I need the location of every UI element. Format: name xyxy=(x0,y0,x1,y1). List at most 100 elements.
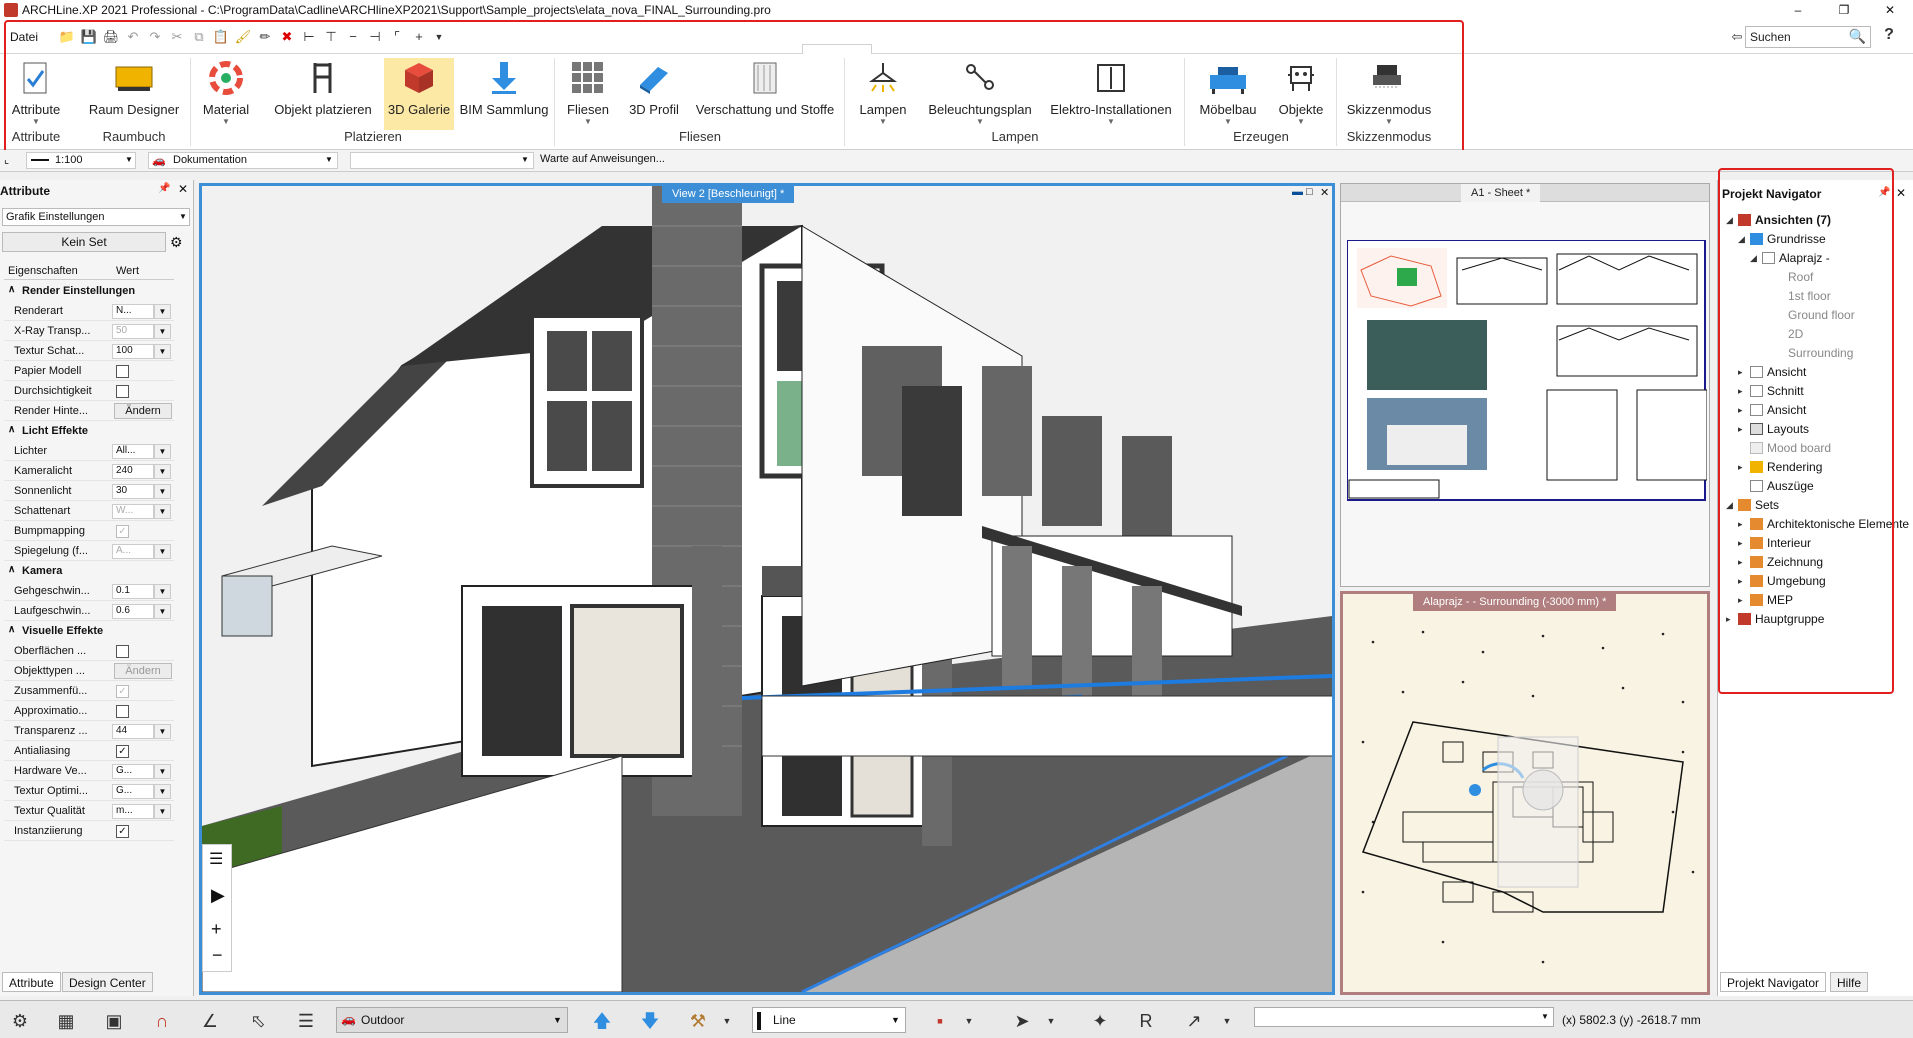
tree-alaprajz[interactable]: Alaprajz - xyxy=(1762,251,1830,265)
hammer-dropdown-icon[interactable]: ▼ xyxy=(720,1007,734,1035)
navigator-close-icon[interactable]: ✕ xyxy=(1896,186,1906,200)
measure-line-icon[interactable]: ↗ xyxy=(1180,1007,1208,1035)
restore-button[interactable]: ❐ xyxy=(1821,0,1867,20)
tree-auszuege[interactable]: Auszüge xyxy=(1750,479,1814,493)
tree-zeichnung[interactable]: Zeichnung xyxy=(1750,555,1823,569)
beleuchtungsplan-button[interactable]: Beleuchtungsplan ▼ xyxy=(920,58,1040,126)
style-select[interactable]: 🚗 Outdoor ▼ xyxy=(336,1007,568,1033)
delete-icon[interactable]: ✖ xyxy=(278,28,296,46)
view-close-icon[interactable]: ✕ xyxy=(1320,186,1329,199)
prop-papier-modell[interactable]: Papier Modell xyxy=(4,362,174,381)
expand-arrow-icon[interactable]: ◢ xyxy=(1750,253,1757,264)
coordinate-input[interactable]: ▼ xyxy=(1254,1007,1554,1027)
quick-access-more-icon[interactable]: + xyxy=(410,28,428,46)
sheet-title-tab[interactable]: A1 - Sheet * xyxy=(1461,184,1541,202)
3d-profil-button[interactable]: 3D Profil xyxy=(622,58,686,117)
tree-2d[interactable]: 2D xyxy=(1788,327,1803,341)
help-button[interactable]: ? xyxy=(1880,26,1898,44)
print-icon[interactable]: 🖨 xyxy=(102,28,120,46)
tree-interieur[interactable]: Interieur xyxy=(1750,536,1811,550)
prop-value[interactable]: W... xyxy=(112,504,154,519)
tree-architektonische-elemente[interactable]: Architektonische Elemente xyxy=(1750,517,1909,531)
snap-point-icon[interactable]: ✦ xyxy=(1086,1007,1114,1035)
prop-zusammenfuegen[interactable]: Zusammenfü... ✓ xyxy=(4,682,174,701)
prop-value[interactable]: 50 xyxy=(112,324,154,339)
reference-r-icon[interactable]: R xyxy=(1132,1007,1160,1035)
tree-mood-board[interactable]: Mood board xyxy=(1750,441,1831,455)
tree-layouts[interactable]: Layouts xyxy=(1750,422,1809,436)
view-maximize-icon[interactable]: □ xyxy=(1306,186,1313,198)
tree-mep[interactable]: MEP xyxy=(1750,593,1793,607)
checkbox[interactable]: ✓ xyxy=(116,525,129,538)
checkbox[interactable]: ✓ xyxy=(116,745,129,758)
fillet-icon[interactable]: ⊣ xyxy=(366,28,384,46)
checkbox[interactable] xyxy=(116,365,129,378)
checkbox[interactable] xyxy=(116,385,129,398)
checkbox[interactable] xyxy=(116,645,129,658)
pin-icon[interactable]: 📌 xyxy=(158,183,170,194)
dropdown-icon[interactable]: ▼ xyxy=(154,784,171,799)
aendern-button[interactable]: Ändern xyxy=(114,403,172,419)
dropdown-icon[interactable]: ▼ xyxy=(154,544,171,559)
dropdown-icon[interactable]: ▼ xyxy=(154,764,171,779)
brush-icon[interactable]: 🖌 xyxy=(234,28,252,46)
prop-value[interactable]: 100 xyxy=(112,344,154,359)
plan-view[interactable]: Alaprajz - - Surrounding (-3000 mm) * xyxy=(1340,591,1710,995)
tree-hauptgruppe[interactable]: Hauptgruppe xyxy=(1738,612,1824,626)
expand-arrow-icon[interactable]: ◢ xyxy=(1726,500,1733,511)
bim-sammlung-button[interactable]: BIM Sammlung xyxy=(458,58,550,117)
corner-icon[interactable]: ⌜ xyxy=(388,28,406,46)
prop-value[interactable]: 0.6 xyxy=(112,604,154,619)
play-icon[interactable]: ▶ xyxy=(211,885,225,906)
expand-arrow-icon[interactable]: ▸ xyxy=(1738,595,1743,606)
prop-oberflaechen[interactable]: Oberflächen ... xyxy=(4,642,174,661)
dropdown-icon[interactable]: ▼ xyxy=(154,304,171,319)
objekte-button[interactable]: Objekte ▼ xyxy=(1272,58,1330,126)
expand-arrow-icon[interactable]: ◢ xyxy=(1726,215,1733,226)
elektro-installationen-button[interactable]: Elektro-Installationen ▼ xyxy=(1046,58,1176,126)
prop-objekttypen[interactable]: Objekttypen ... Ändern xyxy=(4,662,174,681)
eraser-icon[interactable]: ▪ xyxy=(926,1007,954,1035)
save-icon[interactable]: 💾 xyxy=(80,28,98,46)
tree-ansicht-1[interactable]: Ansicht xyxy=(1750,365,1806,379)
prop-value[interactable]: 240 xyxy=(112,464,154,479)
scale-select[interactable]: 1:100 ▼ xyxy=(26,152,136,169)
prop-value[interactable]: All... xyxy=(112,444,154,459)
navigate-dropdown-icon[interactable]: ▼ xyxy=(1044,1007,1058,1035)
tree-sets[interactable]: Sets xyxy=(1738,498,1779,512)
search-icon[interactable]: 🔍 xyxy=(1849,28,1866,45)
prop-textur-qualitaet[interactable]: Textur Qualität m... ▼ xyxy=(4,802,174,821)
dropdown-icon[interactable]: ▼ xyxy=(154,484,171,499)
undo-icon[interactable]: ↶ xyxy=(124,28,142,46)
angle-icon[interactable]: ∠ xyxy=(196,1007,224,1035)
expand-arrow-icon[interactable]: ▸ xyxy=(1738,576,1743,587)
tab-design-center[interactable]: Design Center xyxy=(62,972,153,992)
dropdown-icon[interactable]: ▼ xyxy=(154,724,171,739)
expand-arrow-icon[interactable]: ▸ xyxy=(1738,424,1743,435)
plan-canvas[interactable] xyxy=(1343,612,1707,992)
expand-arrow-icon[interactable]: ▸ xyxy=(1738,367,1743,378)
prop-value[interactable]: G... xyxy=(112,784,154,799)
cut-icon[interactable]: ✂ xyxy=(168,28,186,46)
minimize-button[interactable]: – xyxy=(1775,0,1821,20)
zoom-out-icon[interactable]: − xyxy=(212,945,223,966)
panel-close-icon[interactable]: ✕ xyxy=(178,182,188,196)
section-render-einstellungen[interactable]: ∧ Render Einstellungen xyxy=(4,282,174,301)
dropdown-icon[interactable]: ▼ xyxy=(154,804,171,819)
zoom-in-icon[interactable]: + xyxy=(211,919,222,940)
expand-arrow-icon[interactable]: ▸ xyxy=(1738,519,1743,530)
prop-value[interactable]: 30 xyxy=(112,484,154,499)
lampen-button[interactable]: Lampen ▼ xyxy=(850,58,916,126)
skizzenmodus-button[interactable]: Skizzenmodus ▼ xyxy=(1342,58,1436,126)
checkbox[interactable]: ✓ xyxy=(116,825,129,838)
prop-value[interactable]: 44 xyxy=(112,724,154,739)
section-visuelle-effekte[interactable]: ∧ Visuelle Effekte xyxy=(4,622,174,641)
command-input[interactable]: ▼ xyxy=(350,152,534,169)
dropdown-icon[interactable]: ▼ xyxy=(154,504,171,519)
prop-durchsichtigkeit[interactable]: Durchsichtigkeit xyxy=(4,382,174,401)
prop-value[interactable]: N... xyxy=(112,304,154,319)
prop-laufgeschwindigkeit[interactable]: Laufgeschwin... 0.6 ▼ xyxy=(4,602,174,621)
dropdown-icon[interactable]: ▼ xyxy=(154,344,171,359)
tree-ansicht-2[interactable]: Ansicht xyxy=(1750,403,1806,417)
checkbox[interactable]: ✓ xyxy=(116,685,129,698)
